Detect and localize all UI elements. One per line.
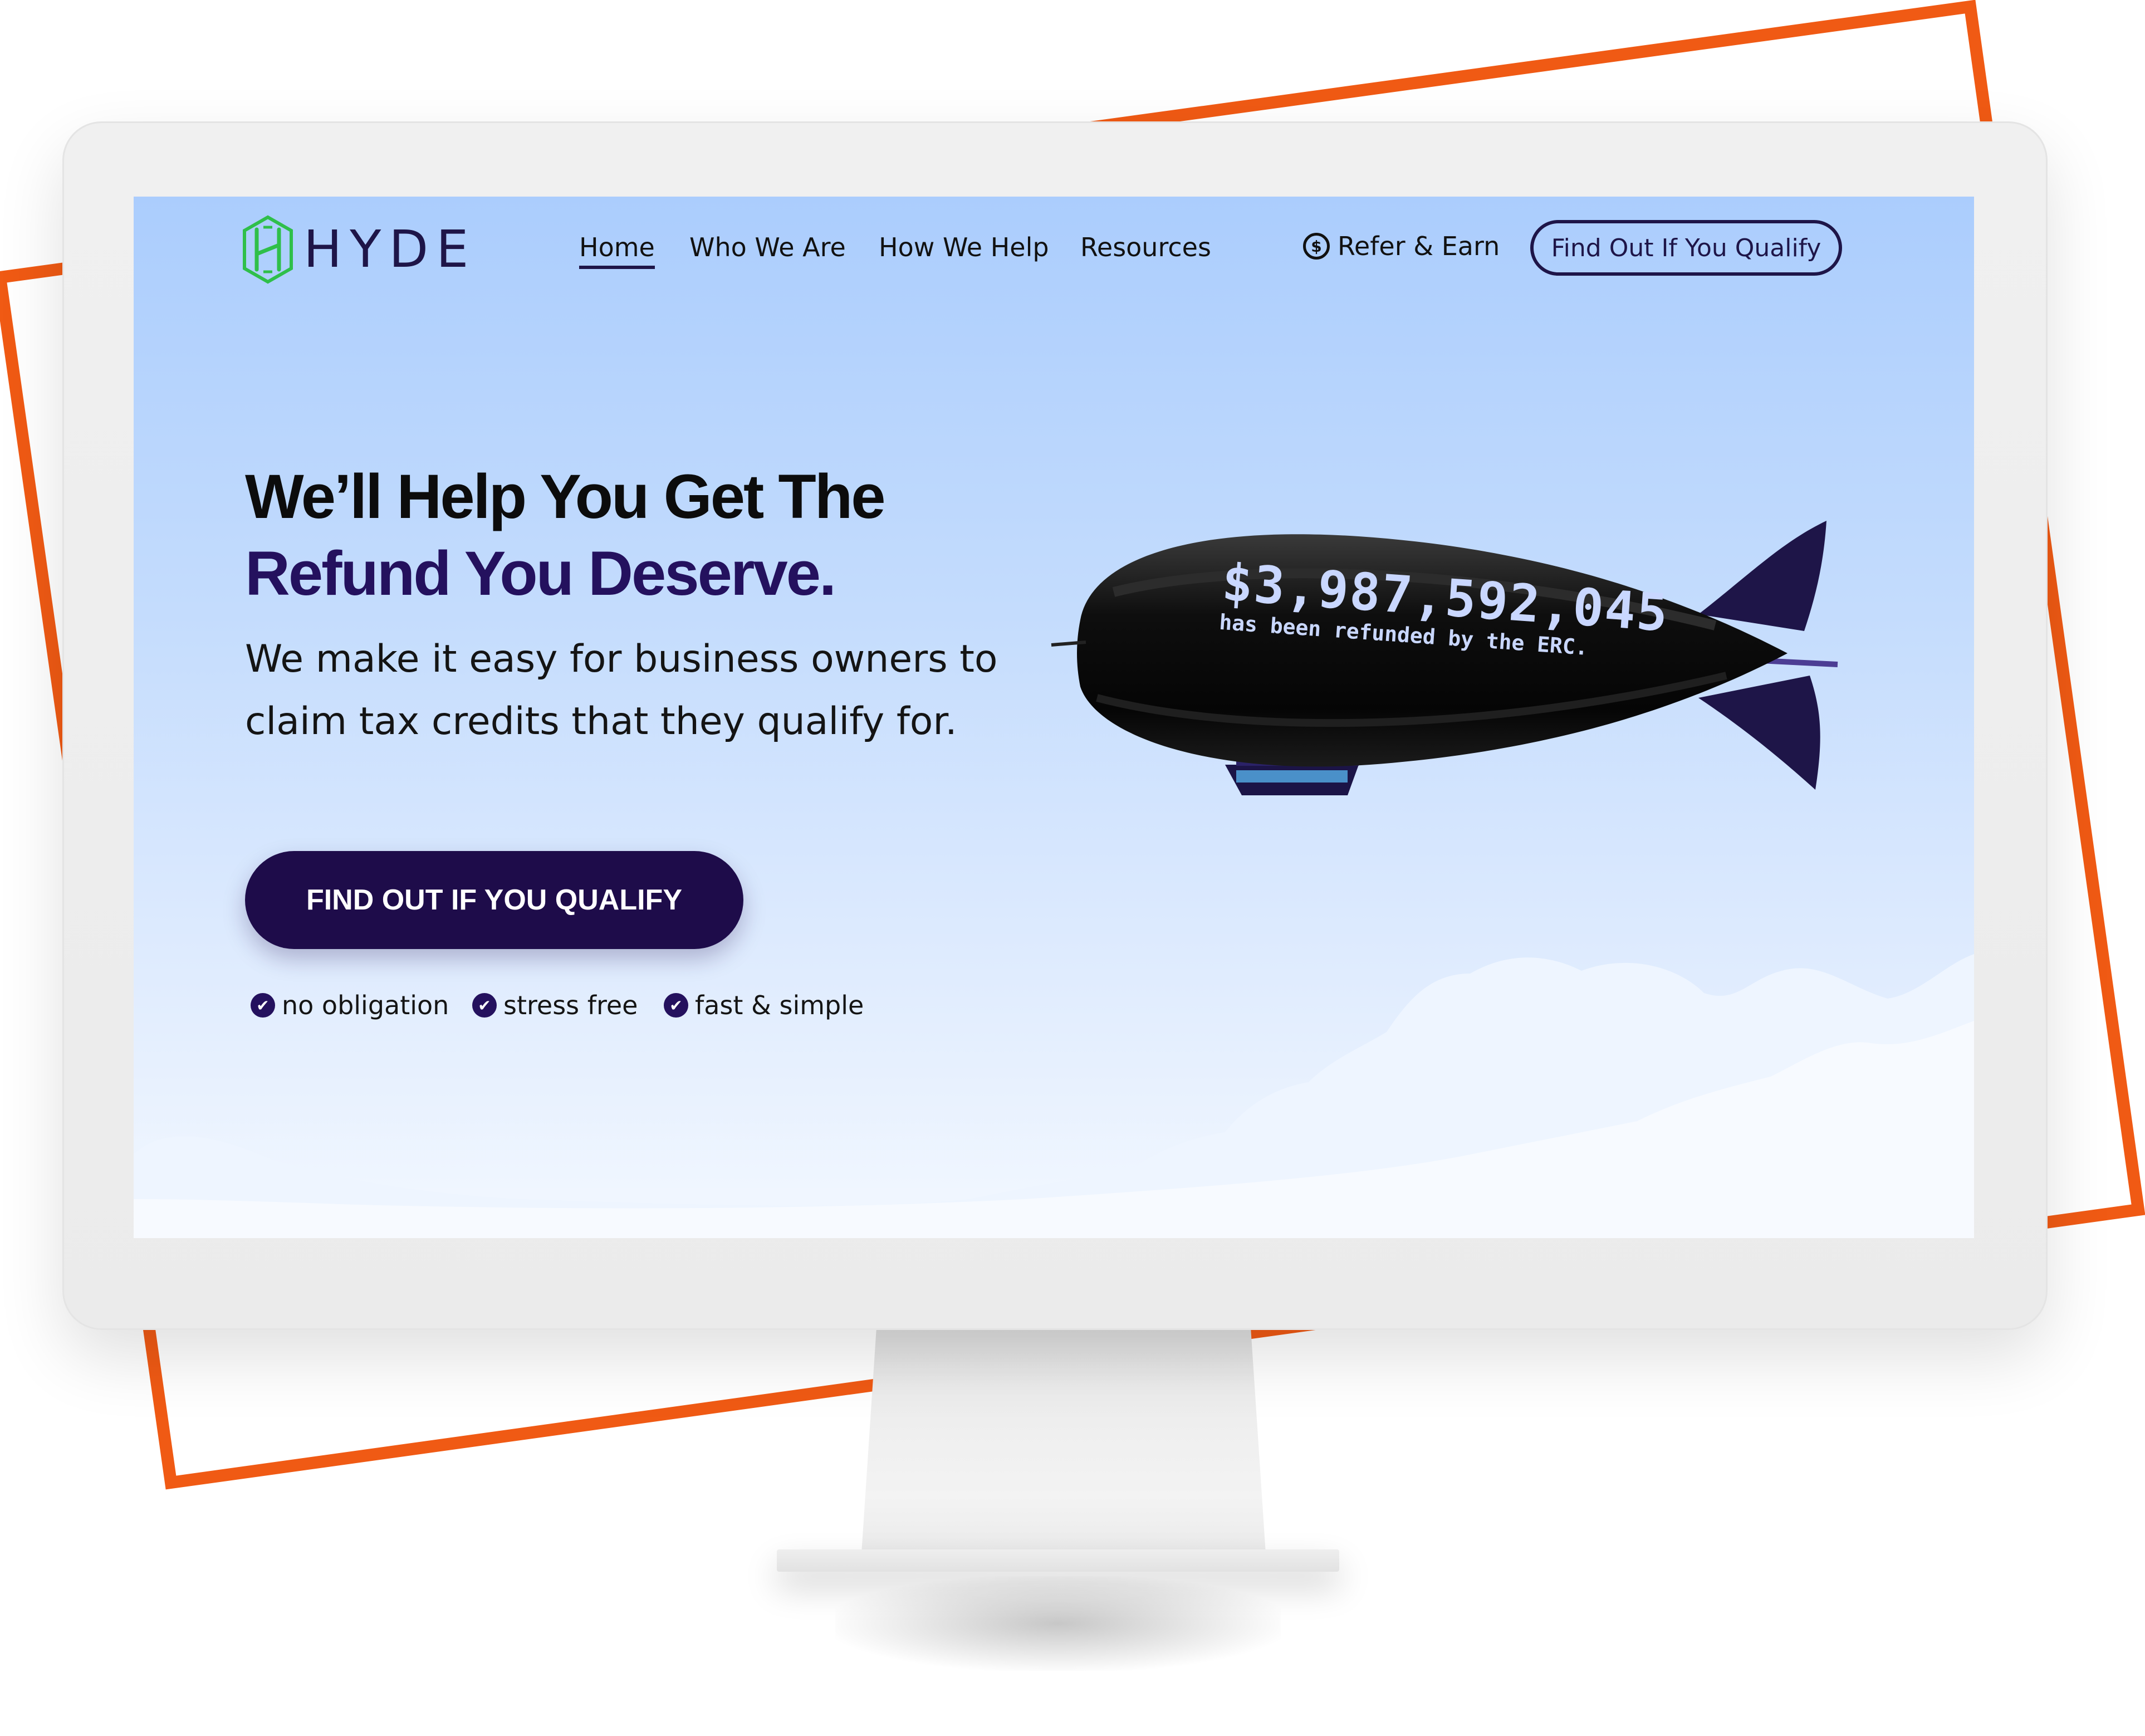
hyde-h-mark-icon — [243, 215, 293, 284]
brand-logo[interactable]: HYDE — [242, 213, 476, 286]
mockup-stage: HYDE Home Who We Are How We Help Resourc… — [0, 0, 2145, 1736]
dollar-circle-icon: $ — [1303, 233, 1330, 260]
brand-name: HYDE — [303, 219, 477, 279]
hero-qualify-button[interactable]: FIND OUT IF YOU QUALIFY — [245, 851, 743, 949]
header-qualify-button[interactable]: Find Out If You Qualify — [1530, 220, 1842, 276]
website-screen: HYDE Home Who We Are How We Help Resourc… — [134, 197, 1974, 1238]
benefit-stress-free: ✔ stress free — [472, 990, 638, 1020]
benefit-no-obligation: ✔ no obligation — [251, 990, 449, 1020]
clouds-decoration — [134, 954, 1974, 1238]
check-circle-icon: ✔ — [472, 993, 497, 1018]
hero-subtext: We make it easy for business owners to c… — [245, 637, 998, 744]
nav-link-home[interactable]: Home — [579, 234, 655, 269]
benefit-fast-simple: ✔ fast & simple — [664, 990, 864, 1020]
nav-link-how-we-help[interactable]: How We Help — [879, 234, 1049, 260]
refer-label: Refer & Earn — [1338, 231, 1500, 261]
headline-line-1: We’ll Help You Get The — [245, 462, 886, 531]
stand-shadow — [835, 1576, 1281, 1671]
nav-link-who-we-are[interactable]: Who We Are — [689, 234, 846, 260]
nav-link-resources[interactable]: Resources — [1080, 234, 1211, 260]
monitor-stand — [860, 1326, 1267, 1571]
benefit-label: stress free — [503, 990, 638, 1020]
benefit-label: fast & simple — [695, 990, 864, 1020]
monitor-stand-base — [777, 1549, 1339, 1572]
check-circle-icon: ✔ — [664, 993, 688, 1018]
hero-headline: We’ll Help You Get The Refund You Deserv… — [245, 458, 1136, 612]
site-header: HYDE Home Who We Are How We Help Resourc… — [134, 197, 1974, 308]
refer-and-earn-link[interactable]: $ Refer & Earn — [1303, 231, 1500, 261]
check-circle-icon: ✔ — [251, 993, 275, 1018]
headline-line-2: Refund You Deserve. — [245, 539, 836, 608]
benefit-label: no obligation — [282, 990, 449, 1020]
